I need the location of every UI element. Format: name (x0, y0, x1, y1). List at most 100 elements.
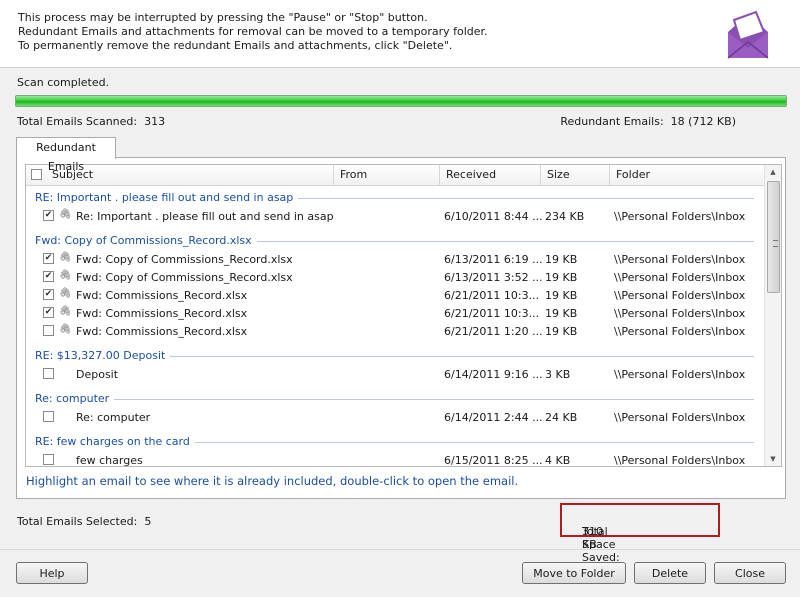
group-header[interactable]: RE: few charges on the card (26, 432, 764, 450)
cell-size: 19 KB (545, 289, 578, 302)
scanned-label: Total Emails Scanned: (17, 115, 138, 128)
instruction-line-2: Redundant Emails and attachments for rem… (18, 25, 488, 38)
redundant-emails-panel: Subject From Received Size Folder RE: Im… (16, 157, 786, 499)
attachment-icon: 🖇 (59, 324, 72, 335)
column-subject[interactable]: Subject (46, 165, 334, 185)
cell-subject: Fwd: Commissions_Record.xlsx (76, 307, 248, 320)
cell-size: 19 KB (545, 307, 578, 320)
column-folder[interactable]: Folder (610, 165, 764, 185)
cell-folder: \\Personal Folders\Inbox (614, 253, 746, 266)
close-button[interactable]: Close (714, 562, 786, 584)
cell-subject: Deposit (76, 368, 119, 381)
attachment-icon: 🖇 (59, 252, 72, 263)
group-header[interactable]: Fwd: Copy of Commissions_Record.xlsx (26, 231, 764, 249)
instructions: This process may be interrupted by press… (18, 11, 488, 53)
cell-subject: Fwd: Commissions_Record.xlsx (76, 289, 248, 302)
table-row[interactable]: ✔ 🖇 Fwd: Commissions_Record.xlsx 6/21/2011 … (26, 286, 764, 304)
cell-folder: \\Personal Folders\Inbox (614, 210, 746, 223)
selected-label: Total Emails Selected: (17, 515, 138, 528)
group-header[interactable]: RE: Important . please fill out and send… (26, 188, 764, 206)
group-title: RE: Important . please fill out and send… (35, 191, 294, 204)
row-checkbox[interactable] (43, 454, 54, 465)
delete-button[interactable]: Delete (634, 562, 706, 584)
group-divider (195, 442, 754, 443)
grip-icon (773, 240, 778, 247)
row-checkbox[interactable]: ✔ (43, 271, 54, 282)
row-checkbox[interactable] (43, 325, 54, 336)
vertical-scrollbar[interactable]: ▲ ▼ (764, 165, 781, 466)
cell-subject: Fwd: Commissions_Record.xlsx (76, 325, 248, 338)
progress-fill (16, 96, 786, 106)
table-row[interactable]: ✔ 🖇 Re: Important . please fill out and se… (26, 207, 764, 225)
column-size[interactable]: Size (541, 165, 610, 185)
table-row[interactable]: ✔ 🖇 Fwd: Copy of Commissions_Record.xlsx 6/… (26, 250, 764, 268)
email-grid[interactable]: Subject From Received Size Folder RE: Im… (25, 164, 782, 467)
table-row[interactable]: 🖇 Fwd: Commissions_Record.xlsx 6/21/2011 1… (26, 322, 764, 340)
group-title: RE: few charges on the card (35, 435, 190, 448)
cell-received: 6/21/2011 1:20 ... (444, 325, 543, 338)
group-divider (257, 241, 754, 242)
group-header[interactable]: Re: computer (26, 389, 764, 407)
cell-received: 6/21/2011 10:3... (444, 289, 540, 302)
cell-size: 24 KB (545, 411, 578, 424)
row-checkbox[interactable]: ✔ (43, 210, 54, 221)
row-checkbox[interactable] (43, 411, 54, 422)
scan-progress-bar (15, 95, 787, 107)
row-checkbox[interactable]: ✔ (43, 253, 54, 264)
grid-header: Subject From Received Size Folder (26, 165, 764, 186)
cell-received: 6/14/2011 9:16 ... (444, 368, 543, 381)
cell-size: 4 KB (545, 454, 571, 467)
table-row[interactable]: few charges 6/15/2011 8:25 ... 4 KB \\Perso… (26, 451, 764, 467)
cell-folder: \\Personal Folders\Inbox (614, 411, 746, 424)
cell-received: 6/15/2011 8:25 ... (444, 454, 543, 467)
tab-redundant-emails[interactable]: Redundant Emails (16, 137, 116, 173)
total-selected: Total Emails Selected: 5 (17, 515, 151, 528)
space-saved: Total Space Saved: 310 KB (572, 515, 620, 564)
row-checkbox[interactable] (43, 368, 54, 379)
space-value: 310 KB (582, 525, 603, 551)
move-to-folder-button[interactable]: Move to Folder (522, 562, 626, 584)
hint-text: Highlight an email to see where it is al… (26, 474, 519, 488)
cell-subject: Fwd: Copy of Commissions_Record.xlsx (76, 271, 293, 284)
cell-size: 19 KB (545, 325, 578, 338)
scroll-down-icon[interactable]: ▼ (765, 452, 781, 466)
instruction-line-1: This process may be interrupted by press… (18, 11, 428, 24)
cell-received: 6/14/2011 2:44 ... (444, 411, 543, 424)
table-row[interactable]: ✔ 🖇 Fwd: Copy of Commissions_Record.xlsx 6/… (26, 268, 764, 286)
select-all-checkbox[interactable] (31, 169, 42, 180)
redundant-count: Redundant Emails: 18 (712 KB) (560, 115, 736, 128)
row-checkbox[interactable]: ✔ (43, 289, 54, 300)
attachment-icon: 🖇 (59, 306, 72, 317)
help-button[interactable]: Help (16, 562, 88, 584)
cell-received: 6/13/2011 6:19 ... (444, 253, 543, 266)
group-title: Fwd: Copy of Commissions_Record.xlsx (35, 234, 252, 247)
redundant-label: Redundant Emails: (560, 115, 664, 128)
row-checkbox[interactable]: ✔ (43, 307, 54, 318)
cell-size: 234 KB (545, 210, 585, 223)
column-from[interactable]: From (334, 165, 440, 185)
selected-value: 5 (144, 515, 152, 528)
cell-subject: Re: Important . please fill out and send… (76, 210, 334, 223)
redundant-value: 18 (712 KB) (670, 115, 736, 128)
cell-folder: \\Personal Folders\Inbox (614, 307, 746, 320)
table-row[interactable]: Deposit 6/14/2011 9:16 ... 3 KB \\Personal … (26, 365, 764, 383)
space-saved-box: Total Space Saved: 310 KB (560, 503, 720, 564)
cell-size: 19 KB (545, 253, 578, 266)
group-header[interactable]: RE: $13,327.00 Deposit (26, 346, 764, 364)
cell-folder: \\Personal Folders\Inbox (614, 325, 746, 338)
table-row[interactable]: ✔ 🖇 Fwd: Commissions_Record.xlsx 6/21/2011 … (26, 304, 764, 322)
cell-folder: \\Personal Folders\Inbox (614, 454, 746, 467)
cell-received: 6/21/2011 10:3... (444, 307, 540, 320)
group-title: RE: $13,327.00 Deposit (35, 349, 166, 362)
column-received[interactable]: Received (440, 165, 541, 185)
scroll-up-icon[interactable]: ▲ (765, 165, 781, 179)
envelope-logo-icon (727, 10, 769, 59)
scroll-thumb[interactable] (767, 181, 780, 293)
cell-folder: \\Personal Folders\Inbox (614, 289, 746, 302)
cell-folder: \\Personal Folders\Inbox (614, 368, 746, 381)
table-row[interactable]: Re: computer 6/14/2011 2:44 ... 24 KB \\Per… (26, 408, 764, 426)
cell-subject: Re: computer (76, 411, 151, 424)
instruction-line-3: To permanently remove the redundant Emai… (18, 39, 453, 52)
footer-divider (0, 549, 800, 550)
dialog-header: This process may be interrupted by press… (0, 0, 800, 68)
